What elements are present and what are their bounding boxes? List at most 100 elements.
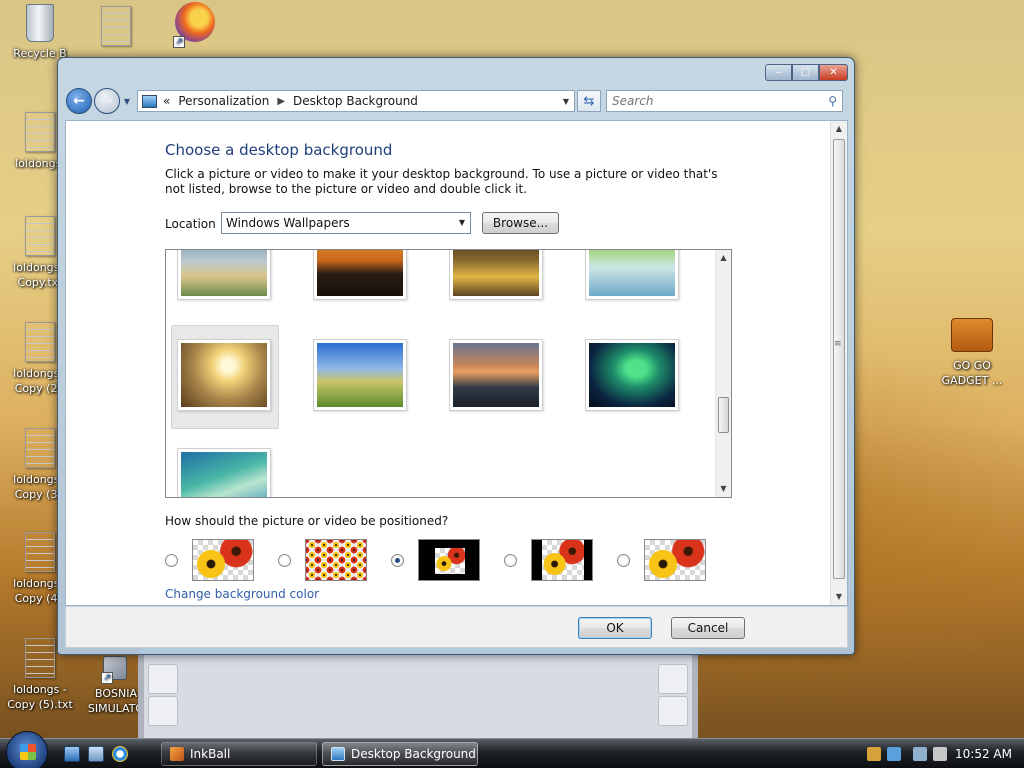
breadcrumb-overflow[interactable]: « — [163, 94, 170, 108]
scroll-up-icon[interactable]: ▲ — [716, 250, 731, 266]
wallpaper-thumbnail[interactable] — [449, 339, 543, 411]
wallpaper-sunset-mountains — [317, 250, 403, 296]
gallery-scroll-thumb[interactable] — [718, 397, 729, 433]
maximize-button[interactable]: □ — [792, 64, 819, 81]
start-button[interactable] — [6, 731, 48, 768]
desktop-icon-go-go-gadget[interactable]: GO GO GADGET ... — [932, 310, 1012, 388]
wallpaper-thumbnail[interactable] — [313, 339, 407, 411]
position-fill-radio[interactable] — [165, 554, 178, 567]
wallpaper-thumbnail[interactable] — [177, 250, 271, 300]
browse-button[interactable]: Browse... — [482, 212, 559, 234]
recent-pages-dropdown[interactable]: ▼ — [121, 97, 133, 106]
desktop-icon-label: loldongs - Copy (5).txt — [7, 683, 73, 711]
address-dropdown-icon[interactable]: ▼ — [558, 97, 574, 106]
text-file-icon — [25, 638, 55, 678]
tray-app-icon[interactable] — [867, 747, 882, 761]
text-file-icon — [25, 532, 55, 572]
position-question: How should the picture or video be posit… — [165, 514, 449, 528]
wallpaper-wheat-sunrise — [181, 343, 267, 407]
search-box[interactable]: ⚲ — [606, 90, 843, 112]
location-label: Location — [165, 217, 216, 231]
back-arrow-icon: ← — [73, 93, 85, 109]
change-background-color-link[interactable]: Change background color — [165, 587, 319, 601]
wallpaper-thumbnail[interactable] — [449, 250, 543, 300]
internet-explorer-icon[interactable] — [112, 746, 128, 762]
desktop-background-window: – □ ✕ ← → ▼ « Personalization ▶ Desktop … — [57, 57, 855, 655]
wallpaper-aurora — [589, 343, 675, 407]
scroll-down-icon[interactable]: ▼ — [716, 481, 731, 497]
fit-preview-image — [542, 540, 584, 580]
inkball-tile — [658, 696, 688, 726]
position-tile-preview[interactable] — [305, 539, 367, 581]
taskbar-item-inkball[interactable]: InkBall — [161, 742, 317, 766]
content-scrollbar[interactable]: ▲ ≡ ▼ — [830, 121, 847, 605]
wallpaper-rocks-golden — [453, 250, 539, 296]
network-icon[interactable] — [913, 747, 928, 761]
page-description: Click a picture or video to make it your… — [165, 167, 718, 196]
briefcase-icon — [951, 318, 993, 352]
chevron-down-icon: ▼ — [458, 218, 465, 227]
gallery-scrollbar[interactable]: ▲ ▼ — [715, 250, 731, 497]
cancel-button[interactable]: Cancel — [671, 617, 745, 639]
content-scroll-thumb[interactable] — [833, 139, 845, 579]
search-input[interactable] — [612, 94, 829, 108]
search-icon[interactable]: ⚲ — [828, 94, 837, 108]
show-desktop-icon[interactable] — [64, 746, 80, 762]
page-title: Choose a desktop background — [165, 141, 393, 159]
wallpaper-gallery: ▲ ▼ — [165, 249, 732, 498]
wallpaper-thumbnail[interactable] — [585, 250, 679, 300]
breadcrumb-separator-icon[interactable]: ▶ — [277, 96, 285, 107]
dialog-footer: OK Cancel — [65, 606, 848, 648]
refresh-button[interactable]: ⇆ — [577, 90, 601, 112]
title-bar-controls: – □ ✕ — [765, 64, 848, 81]
wallpaper-thumbnail[interactable] — [177, 448, 271, 497]
minimize-button[interactable]: – — [765, 64, 792, 81]
desktop-icon-label: GO GO GADGET ... — [941, 359, 1003, 387]
location-dropdown[interactable]: Windows Wallpapers ▼ — [221, 212, 471, 234]
desktop-icon-recycle-bin[interactable]: Recycle B — [0, 4, 80, 61]
shortcut-arrow-icon: ↗ — [101, 672, 113, 684]
back-button[interactable]: ← — [66, 88, 92, 114]
center-preview-image — [435, 548, 465, 574]
inkball-tile — [148, 696, 178, 726]
wallpaper-green-hills — [317, 343, 403, 407]
location-value: Windows Wallpapers — [226, 216, 350, 230]
ok-button[interactable]: OK — [578, 617, 652, 639]
breadcrumb-desktop-background[interactable]: Desktop Background — [293, 94, 418, 108]
wallpaper-thumbnail[interactable] — [585, 339, 679, 411]
switch-windows-icon[interactable] — [88, 746, 104, 762]
text-file-icon — [25, 428, 55, 468]
wallpaper-canyon-reflection — [453, 343, 539, 407]
text-file-icon — [101, 6, 131, 46]
wallpaper-thumbnail[interactable] — [313, 250, 407, 300]
volume-muted-icon[interactable] — [933, 747, 948, 761]
taskbar-item-desktop-background[interactable]: Desktop Background — [322, 742, 478, 766]
scroll-down-icon[interactable]: ▼ — [831, 589, 847, 605]
desktop-icon-file[interactable] — [76, 6, 156, 50]
taskbar-item-label: Desktop Background — [351, 747, 476, 761]
position-stretch-preview[interactable] — [644, 539, 706, 581]
scroll-up-icon[interactable]: ▲ — [831, 121, 847, 137]
desktop-icon-firefox[interactable]: ↗ — [155, 2, 235, 50]
position-fill-preview[interactable] — [192, 539, 254, 581]
breadcrumb-personalization[interactable]: Personalization — [178, 94, 269, 108]
tray-shield-icon[interactable] — [887, 747, 902, 761]
text-file-icon — [25, 322, 55, 362]
recycle-bin-icon — [26, 4, 54, 42]
inkball-icon — [170, 747, 184, 761]
position-center-radio[interactable] — [391, 554, 404, 567]
system-tray: 10:52 AM — [861, 739, 1024, 768]
clock[interactable]: 10:52 AM — [955, 747, 1012, 761]
wallpaper-lake — [181, 250, 267, 296]
text-file-icon — [25, 112, 55, 152]
position-fit-preview[interactable] — [531, 539, 593, 581]
position-stretch-radio[interactable] — [617, 554, 630, 567]
forward-button[interactable]: → — [94, 88, 120, 114]
position-center-preview[interactable] — [418, 539, 480, 581]
close-button[interactable]: ✕ — [819, 64, 848, 81]
address-bar[interactable]: « Personalization ▶ Desktop Background ▼ — [137, 90, 575, 112]
scroll-grip-icon: ≡ — [834, 339, 842, 349]
wallpaper-thumbnail-selected[interactable] — [177, 339, 271, 411]
position-tile-radio[interactable] — [278, 554, 291, 567]
position-fit-radio[interactable] — [504, 554, 517, 567]
